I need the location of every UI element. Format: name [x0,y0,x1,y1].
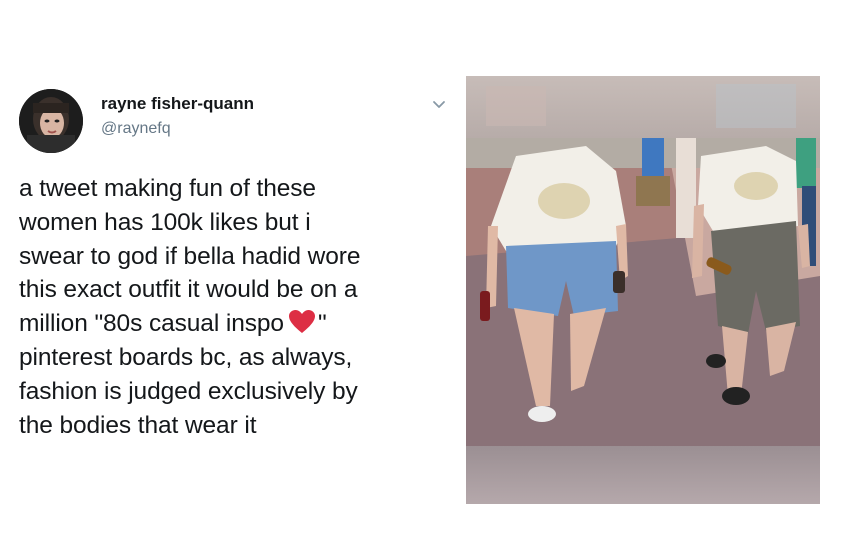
tweet-line: a tweet making fun of these [19,175,316,202]
heart-emoji-icon [288,309,316,335]
user-handle[interactable]: @raynefq [101,120,171,138]
display-name[interactable]: rayne fisher-quann [101,94,254,114]
tweet-line-with-emoji: million "80s casual inspo " [19,307,451,341]
tweet-text: a tweet making fun of these women has 10… [19,172,451,442]
chevron-down-icon[interactable] [430,96,448,114]
tweet-line: women has 100k likes but i [19,208,311,236]
tweet-line: swear to god if bella hadid wore [19,242,361,270]
tweet-line-text: " [317,310,327,338]
tweet-line: pinterest boards bc, as always, [19,343,353,371]
tweet-line-text: million "80s casual inspo [19,310,284,338]
tweet-line: fashion is judged exclusively by [19,377,358,405]
avatar[interactable] [19,89,83,153]
tweet-line: the bodies that wear it [19,411,257,439]
street-photo[interactable] [466,76,820,504]
tweet-line: this exact outfit it would be on a [19,276,358,304]
